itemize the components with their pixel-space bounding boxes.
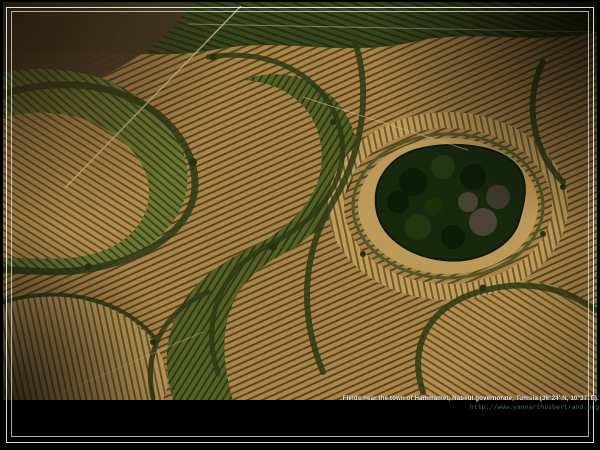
aerial-photo-art xyxy=(3,2,597,400)
photo-credit-url: http://www.yannarthusbertrand.org xyxy=(343,403,599,411)
photo-caption: Fields near the town of Hammamet, Nabeul… xyxy=(343,396,599,411)
wallpaper: Fields near the town of Hammamet, Nabeul… xyxy=(0,0,600,450)
caption-text: Fields near the town of Hammamet, Nabeul… xyxy=(343,396,599,403)
aerial-photo xyxy=(3,2,597,400)
